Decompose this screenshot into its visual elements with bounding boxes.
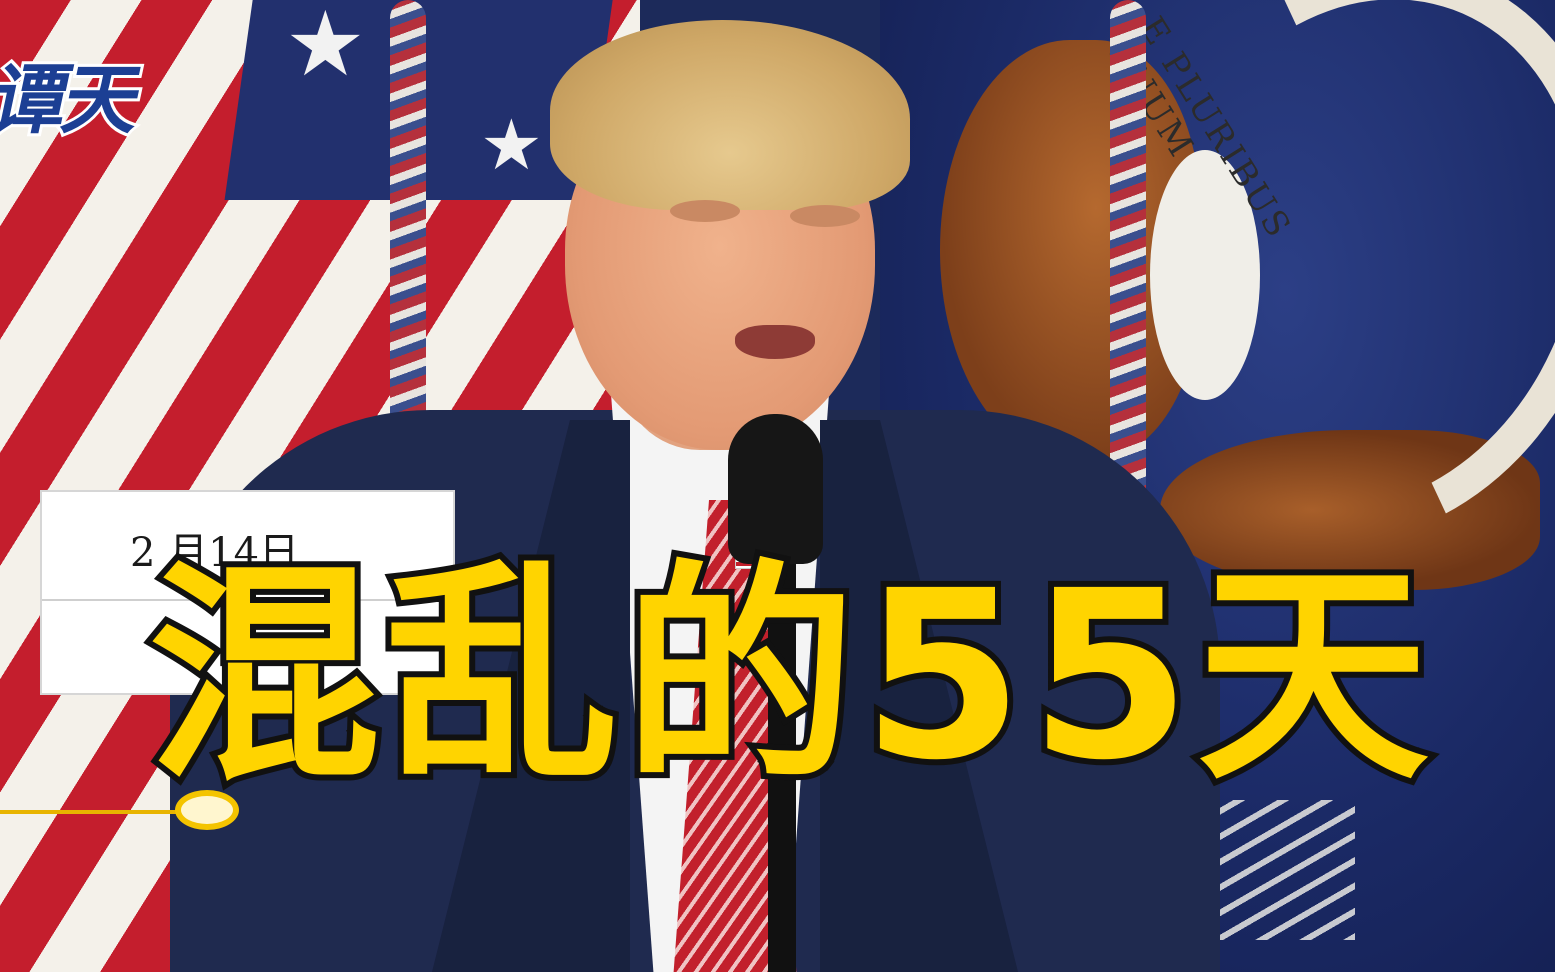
eye-left xyxy=(670,200,740,222)
channel-logo: 谭天 xyxy=(0,52,149,147)
video-frame: ★ ★ E PLURIBUS UNUM 2 月14日 混乱的55天 谭天 xyxy=(0,0,1555,972)
hair xyxy=(550,20,910,210)
mouth xyxy=(735,325,815,359)
eye-right xyxy=(790,205,860,227)
headline-title: 混乱的55天 xyxy=(142,541,1435,811)
